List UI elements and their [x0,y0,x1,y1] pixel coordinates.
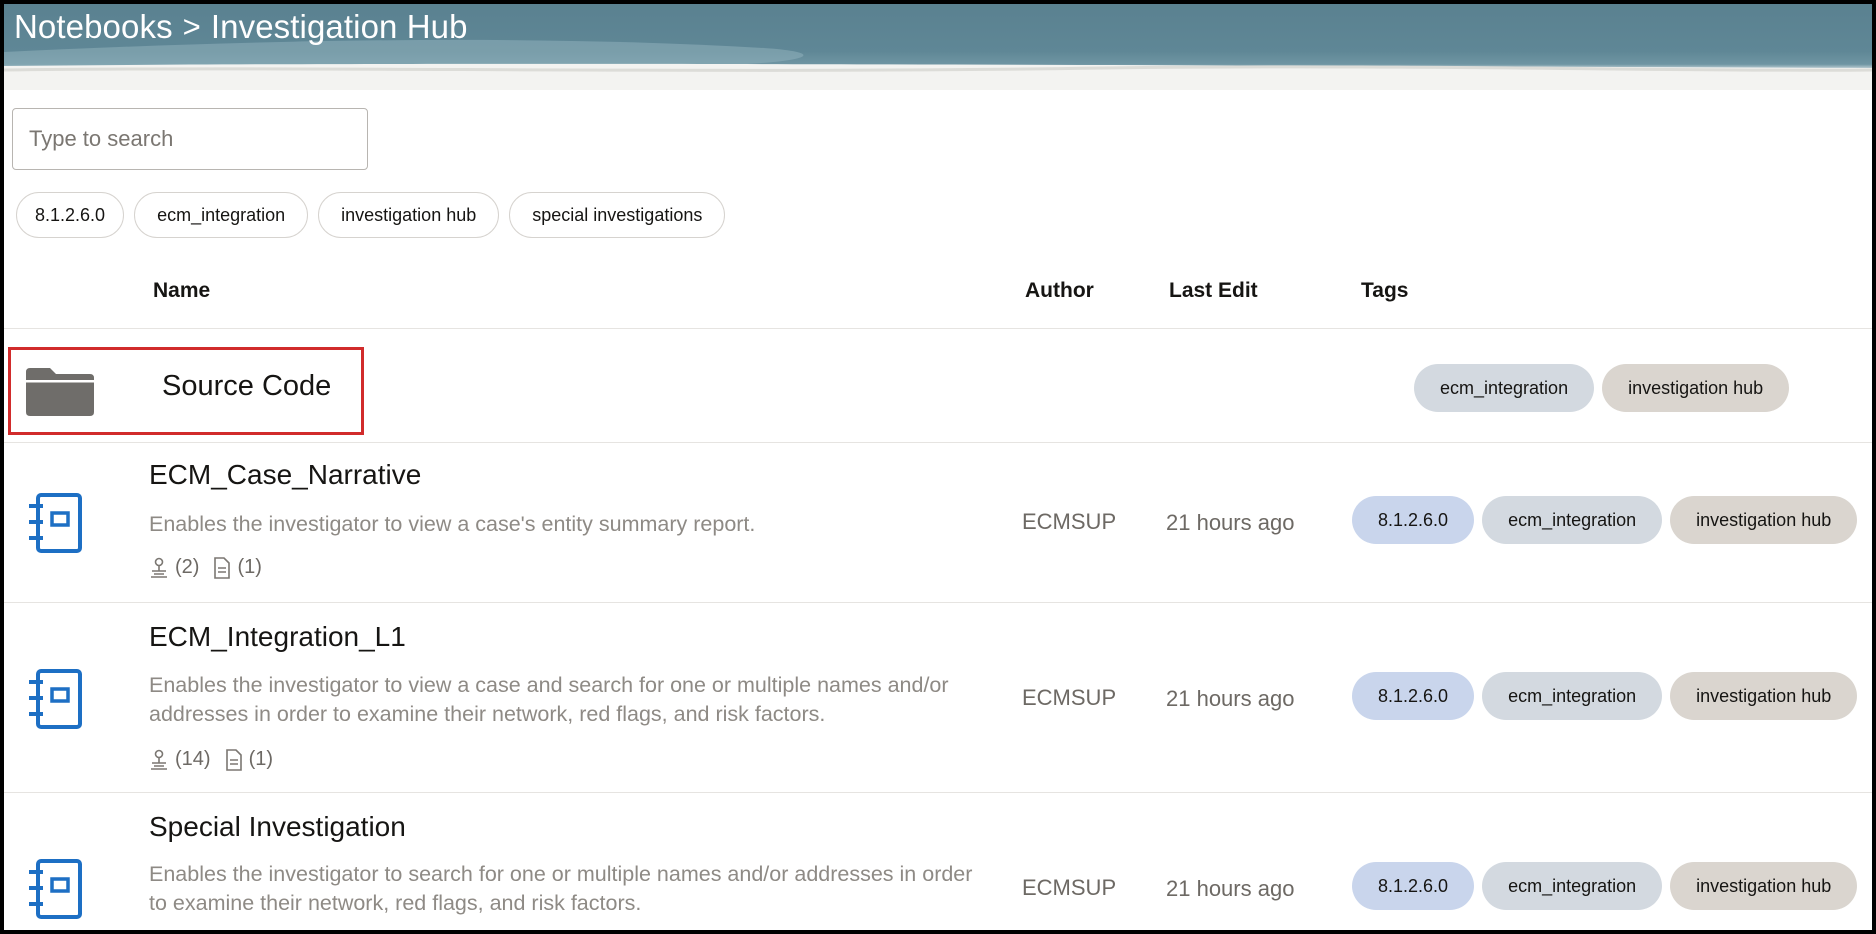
notebook-tags: 8.1.2.6.0 ecm_integration investigation … [1352,672,1858,720]
column-header-last-edit[interactable]: Last Edit [1169,279,1258,303]
notebook-description: Enables the investigator to view a case'… [149,512,756,536]
notebook-title[interactable]: ECM_Case_Narrative [149,459,421,491]
tag-ecm-integration[interactable]: ecm_integration [1482,496,1663,544]
column-header-author[interactable]: Author [1025,279,1094,303]
users-count: (14) [175,748,211,770]
tag-investigation-hub[interactable]: investigation hub [1670,672,1858,720]
tag-version[interactable]: 8.1.2.6.0 [1352,672,1475,720]
filter-tag-bar: 8.1.2.6.0 ecm_integration investigation … [16,192,726,238]
users-icon [151,749,167,770]
filter-chip-ecm-integration[interactable]: ecm_integration [134,192,309,238]
notebook-meta: (2) (1) [149,556,270,579]
search-input[interactable]: Type to search [12,108,368,170]
row-divider [4,602,1872,603]
notebook-icon [29,669,82,729]
page-header: Notebooks > Investigation Hub [4,4,1872,90]
tag-version[interactable]: 8.1.2.6.0 [1352,862,1475,910]
notebook-icon [29,493,82,553]
search-placeholder: Type to search [29,126,174,151]
breadcrumb-notebooks-link[interactable]: Notebooks [14,8,173,46]
notebook-author: ECMSUP [1022,685,1117,710]
filter-chip-special-investigations[interactable]: special investigations [509,192,726,238]
users-count: (2) [175,556,200,578]
notebook-last-edit: 21 hours ago [1166,876,1295,901]
breadcrumb-current: Investigation Hub [210,8,468,45]
row-divider [4,792,1872,793]
notebook-description: Enables the investigator to search for o… [149,862,973,915]
users-icon [151,557,167,578]
folder-tags: ecm_integration investigation hub [1414,364,1790,412]
document-icon [214,556,231,579]
tag-investigation-hub[interactable]: investigation hub [1602,364,1790,412]
folder-name[interactable]: Source Code [162,370,331,403]
folder-icon [26,368,94,416]
notebook-meta: (14) (1) [149,748,281,771]
document-icon [225,748,242,771]
row-divider [4,442,1872,443]
filter-chip-investigation-hub[interactable]: investigation hub [318,192,500,238]
notebook-tags: 8.1.2.6.0 ecm_integration investigation … [1352,862,1858,910]
tag-investigation-hub[interactable]: investigation hub [1670,862,1858,910]
tag-investigation-hub[interactable]: investigation hub [1670,496,1858,544]
column-header-tags[interactable]: Tags [1361,279,1408,303]
notebook-last-edit: 21 hours ago [1166,510,1295,535]
notebook-title[interactable]: ECM_Integration_L1 [149,621,406,653]
notebook-tags: 8.1.2.6.0 ecm_integration investigation … [1352,496,1858,544]
tag-ecm-integration[interactable]: ecm_integration [1482,862,1663,910]
notebooks-window: Notebooks > Investigation Hub Type to se… [0,0,1876,934]
notebook-icon [29,859,82,919]
docs-count: (1) [237,556,262,578]
notebook-author: ECMSUP [1022,875,1117,900]
tag-ecm-integration[interactable]: ecm_integration [1414,364,1595,412]
tag-version[interactable]: 8.1.2.6.0 [1352,496,1475,544]
notebook-last-edit: 21 hours ago [1166,686,1295,711]
breadcrumb: Notebooks > Investigation Hub [14,8,468,46]
tag-ecm-integration[interactable]: ecm_integration [1482,672,1663,720]
breadcrumb-separator: > [182,9,201,44]
column-header-name[interactable]: Name [153,279,210,303]
notebook-description: Enables the investigator to view a case … [149,673,949,726]
notebook-author: ECMSUP [1022,509,1117,534]
docs-count: (1) [248,748,274,770]
filter-chip-version[interactable]: 8.1.2.6.0 [16,192,125,238]
header-divider [4,328,1872,329]
notebook-title[interactable]: Special Investigation [149,811,406,843]
